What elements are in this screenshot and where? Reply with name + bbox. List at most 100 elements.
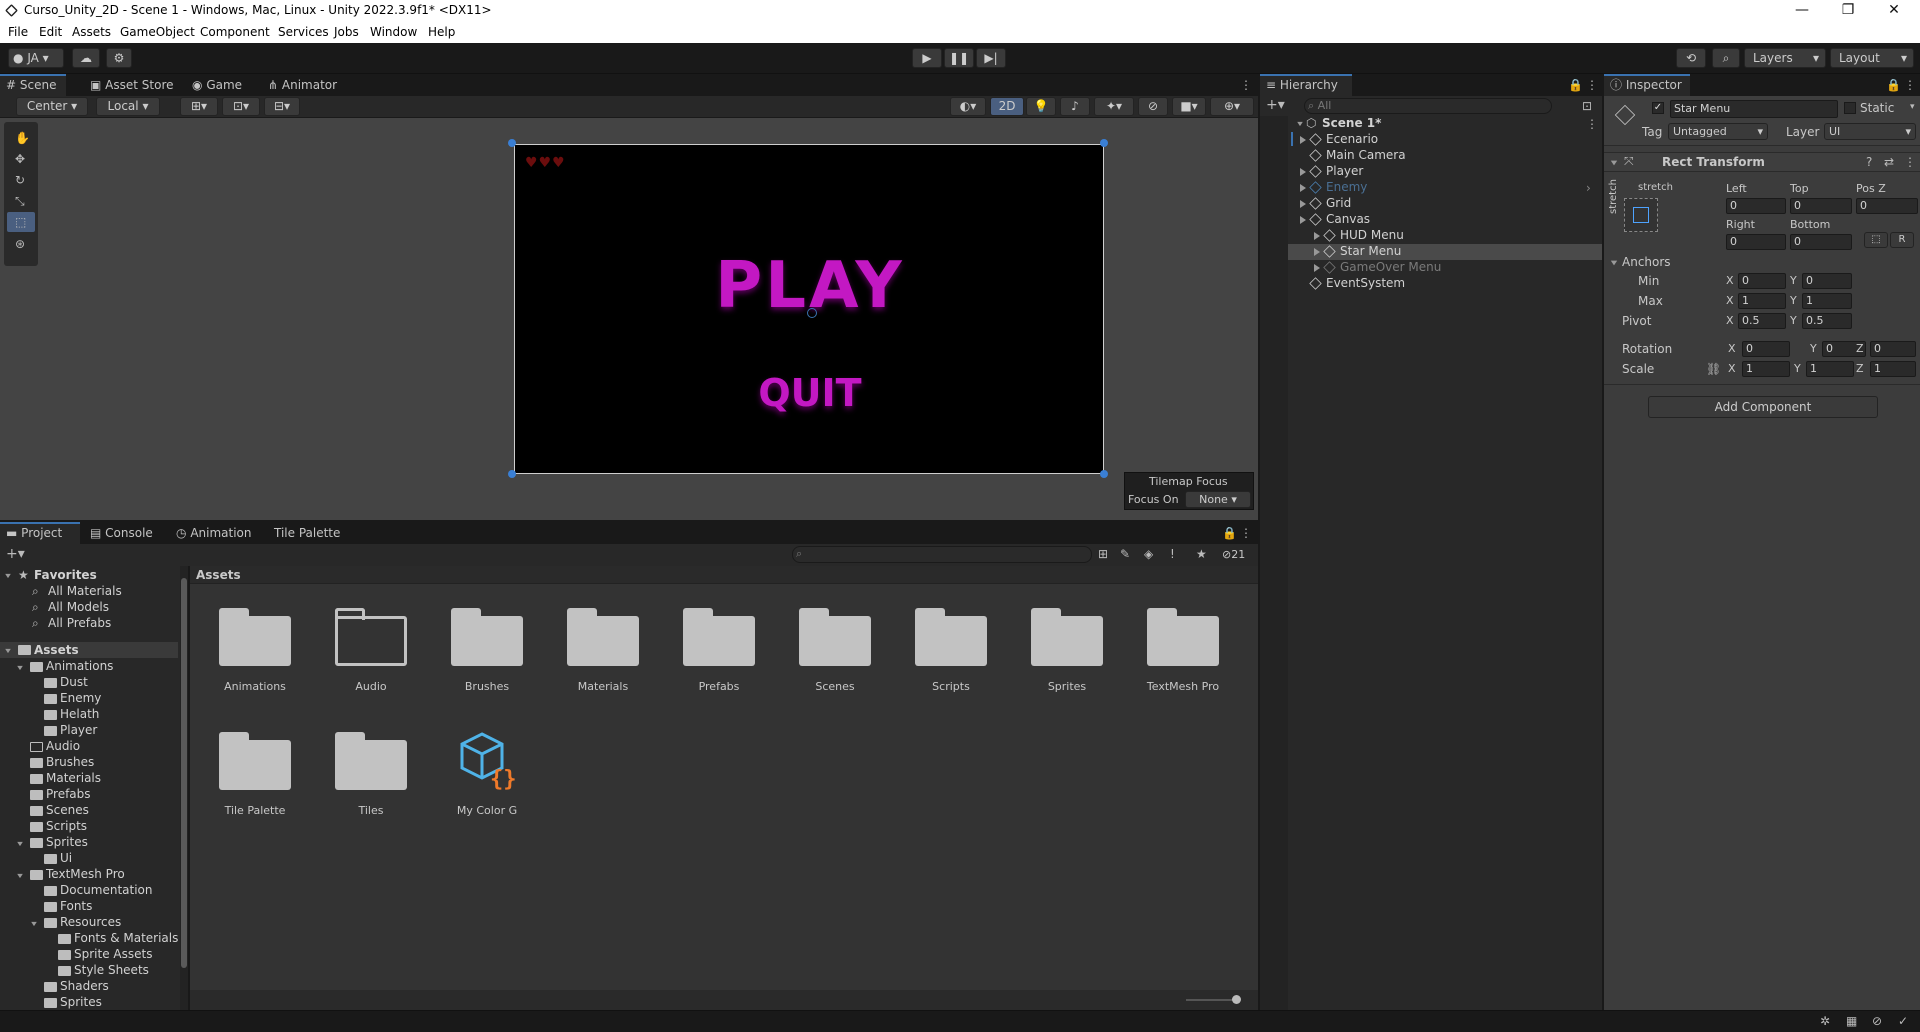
asset-tree-item[interactable]: Audio bbox=[46, 739, 80, 753]
asset-tree-item[interactable]: Resources bbox=[60, 915, 121, 929]
scale-x-field[interactable]: 1 bbox=[1742, 361, 1790, 377]
menu-services[interactable]: Services bbox=[278, 25, 329, 39]
asset-tree-item[interactable]: Style Sheets bbox=[74, 963, 149, 977]
gizmos-icon[interactable]: ⊕▾ bbox=[1210, 97, 1254, 116]
min-y-field[interactable]: 0 bbox=[1802, 273, 1852, 289]
expand-icon[interactable] bbox=[1300, 168, 1306, 176]
expand-icon[interactable] bbox=[1300, 216, 1306, 224]
more-options-icon[interactable]: ⋮ bbox=[1586, 79, 1598, 91]
pivot-y-field[interactable]: 0.5 bbox=[1802, 313, 1852, 329]
favorite-item[interactable]: All Prefabs bbox=[48, 616, 111, 630]
rect-tool-icon[interactable]: ⬚ bbox=[15, 216, 26, 228]
expand-icon[interactable] bbox=[1300, 184, 1306, 192]
move-tool-icon[interactable]: ✥ bbox=[15, 153, 25, 165]
asset-tree-item[interactable]: Brushes bbox=[46, 755, 94, 769]
expand-icon[interactable] bbox=[1300, 136, 1306, 144]
vertical-splitter[interactable] bbox=[1258, 74, 1260, 1020]
scene-collapse-icon[interactable] bbox=[1297, 121, 1303, 127]
asset-tree-item[interactable]: Documentation bbox=[60, 883, 153, 897]
tab-tile-palette[interactable]: Tile Palette bbox=[268, 522, 346, 544]
focus-on-dropdown[interactable]: None ▾ bbox=[1185, 491, 1251, 508]
component-menu-icon[interactable]: ⋮ bbox=[1904, 156, 1916, 168]
menu-component[interactable]: Component bbox=[200, 25, 270, 39]
menu-file[interactable]: File bbox=[8, 25, 28, 39]
active-checkbox[interactable]: ✓ bbox=[1652, 102, 1664, 114]
menu-help[interactable]: Help bbox=[428, 25, 455, 39]
object-name-field[interactable]: Star Menu bbox=[1670, 100, 1838, 118]
project-search-input[interactable]: ⌕ bbox=[792, 546, 1092, 563]
asset-tree-item[interactable]: Enemy bbox=[60, 691, 101, 705]
camera-icon[interactable]: ■▾ bbox=[1172, 97, 1206, 116]
more-options-icon[interactable]: ⋮ bbox=[1904, 79, 1916, 91]
more-options-icon[interactable]: ⋮ bbox=[1240, 79, 1252, 91]
min-x-field[interactable]: 0 bbox=[1738, 273, 1786, 289]
asset-tree-item[interactable]: Player bbox=[60, 723, 97, 737]
layer-dropdown[interactable]: UI ▾ bbox=[1824, 123, 1916, 140]
expand-icon[interactable] bbox=[1314, 232, 1320, 240]
add-component-button[interactable]: Add Component bbox=[1648, 396, 1878, 418]
top-field[interactable]: 0 bbox=[1790, 198, 1852, 214]
help-icon[interactable]: ? bbox=[1866, 156, 1872, 168]
asset-tree-item[interactable]: Fonts bbox=[60, 899, 92, 913]
menu-edit[interactable]: Edit bbox=[39, 25, 62, 39]
auto-generate-lighting-icon[interactable]: ⊘ bbox=[1872, 1015, 1882, 1027]
more-options-icon[interactable]: ⋮ bbox=[1240, 527, 1252, 539]
collapse-icon[interactable] bbox=[1610, 160, 1618, 166]
hand-tool-icon[interactable]: ✋ bbox=[15, 132, 30, 144]
tab-animator[interactable]: ⋔ Animator bbox=[262, 74, 343, 96]
account-dropdown[interactable]: ● JA ▾ bbox=[8, 48, 64, 68]
lock-icon[interactable]: 🔒 bbox=[1568, 79, 1583, 91]
tab-asset-store[interactable]: ▣ Asset Store bbox=[84, 74, 180, 96]
anchor-presets-button[interactable] bbox=[1624, 198, 1658, 232]
scale-z-field[interactable]: 1 bbox=[1870, 361, 1916, 377]
bug-icon[interactable]: ✲ bbox=[1820, 1015, 1830, 1027]
expand-icon[interactable] bbox=[1300, 200, 1306, 208]
tree-scrollbar[interactable] bbox=[180, 566, 188, 1010]
cache-server-icon[interactable]: ▦ bbox=[1846, 1015, 1857, 1027]
grid-snap-icon[interactable]: ⊞▾ bbox=[180, 97, 218, 116]
tab-console[interactable]: ▤ Console bbox=[84, 522, 159, 544]
asset-tree-item[interactable]: Fonts & Materials bbox=[74, 931, 178, 945]
asset-tree-item[interactable]: Ui bbox=[60, 851, 72, 865]
menu-gameobject[interactable]: GameObject bbox=[120, 25, 195, 39]
add-icon[interactable]: +▾ bbox=[1266, 98, 1285, 112]
lock-icon[interactable]: 🔒 bbox=[1222, 527, 1237, 539]
asset-tree-item[interactable]: Sprites bbox=[46, 835, 88, 849]
pivot-x-field[interactable]: 0.5 bbox=[1738, 313, 1786, 329]
asset-tree-item[interactable]: Shaders bbox=[60, 979, 109, 993]
undo-history-icon[interactable]: ⟲ bbox=[1676, 48, 1706, 68]
scene-visibility-icon[interactable]: ⊡ bbox=[1582, 100, 1592, 112]
close-button[interactable]: ✕ bbox=[1872, 0, 1916, 22]
max-y-field[interactable]: 1 bbox=[1802, 293, 1852, 309]
favorite-item[interactable]: All Materials bbox=[48, 584, 122, 598]
scene-menu-icon[interactable]: ⋮ bbox=[1586, 118, 1598, 130]
favorite-star-icon[interactable]: ★ bbox=[1196, 548, 1207, 560]
transform-tool-icon[interactable]: ⊛ bbox=[15, 238, 25, 250]
layout-dropdown[interactable]: Layout ▾ bbox=[1830, 48, 1914, 68]
assets-collapse-icon[interactable] bbox=[5, 648, 11, 654]
asset-tree-item[interactable]: Sprite Assets bbox=[74, 947, 152, 961]
asset-tree-item[interactable]: Helath bbox=[60, 707, 99, 721]
presets-icon[interactable]: ⇄ bbox=[1884, 156, 1894, 168]
bottom-field[interactable]: 0 bbox=[1790, 234, 1852, 250]
rotate-tool-icon[interactable]: ↻ bbox=[15, 174, 25, 186]
pivot-space-dropdown[interactable]: Local ▾ bbox=[96, 97, 160, 116]
scene-viewport[interactable]: ✋ ✥ ↻ ⤡ ⬚ ⊛ ♥♥♥ PLAY QUIT Tilemap Focus … bbox=[0, 118, 1258, 520]
collab-icon[interactable]: ⚙ bbox=[106, 48, 132, 68]
tab-inspector[interactable]: ⓘ Inspector bbox=[1604, 74, 1690, 96]
play-button[interactable]: ▶ bbox=[912, 48, 942, 68]
rect-handle-top-left[interactable] bbox=[508, 139, 516, 147]
create-icon[interactable]: +▾ bbox=[6, 547, 25, 561]
vertical-splitter[interactable] bbox=[1602, 74, 1604, 1020]
layers-dropdown[interactable]: Layers ▾ bbox=[1744, 48, 1826, 68]
rotation-z-field[interactable]: 0 bbox=[1870, 341, 1916, 357]
tab-game[interactable]: ◉ Game bbox=[186, 74, 248, 96]
favorites-collapse-icon[interactable] bbox=[5, 573, 11, 579]
collapse-icon[interactable] bbox=[31, 921, 37, 927]
pivot-handle-icon[interactable] bbox=[807, 308, 817, 318]
anchors-collapse-icon[interactable] bbox=[1610, 260, 1618, 266]
scale-tool-icon[interactable]: ⤡ bbox=[15, 195, 25, 207]
tab-project[interactable]: ▬ Project bbox=[0, 522, 80, 544]
effects-icon[interactable]: ✦▾ bbox=[1094, 97, 1134, 116]
breadcrumb-assets[interactable]: Assets bbox=[196, 568, 241, 582]
